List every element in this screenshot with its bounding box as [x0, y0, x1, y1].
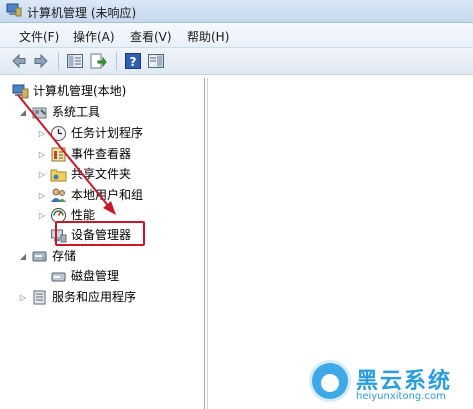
tree-item-storage[interactable]: ◢ 存储	[18, 246, 76, 266]
tree-item-label: 共享文件夹	[71, 166, 132, 181]
menu-bar: 文件(F) 操作(A) 查看(V) 帮助(H)	[0, 23, 473, 48]
window-title: 计算机管理 (未响应)	[27, 6, 137, 20]
tree-item-local-users-groups[interactable]: ▷ 本地用户和组	[37, 185, 143, 205]
export-list-icon[interactable]	[89, 52, 107, 70]
watermark-url: heiyunxitong.com	[356, 391, 446, 402]
details-pane	[207, 78, 473, 409]
disk-management-icon	[51, 272, 66, 281]
tree-item-computer-management[interactable]: 计算机管理(本地)	[12, 81, 126, 101]
tree-item-label: 任务计划程序	[71, 125, 144, 140]
tree-item-label: 磁盘管理	[71, 268, 120, 283]
expand-arrow-icon[interactable]: ▷	[37, 129, 47, 138]
properties-icon[interactable]	[147, 52, 165, 70]
tree-item-label: 事件查看器	[71, 146, 132, 161]
expand-arrow-icon[interactable]: ▷	[37, 211, 47, 220]
clock-icon	[51, 125, 66, 141]
help-icon[interactable]: ?	[124, 52, 142, 70]
tree-item-task-scheduler[interactable]: ▷ 任务计划程序	[37, 123, 143, 143]
shared-folder-icon	[50, 169, 67, 181]
system-tools-icon	[32, 107, 47, 118]
tree-item-shared-folders[interactable]: ▷ 共享文件夹	[37, 164, 131, 184]
toolbar-separator	[58, 52, 59, 70]
expand-arrow-icon[interactable]: ▷	[37, 150, 47, 159]
collapse-arrow-icon[interactable]: ◢	[18, 108, 28, 117]
toolbar-separator	[116, 52, 117, 70]
tree-item-event-viewer[interactable]: ▷ 事件查看器	[37, 144, 131, 164]
watermark-logo: 黑云系统 heiyunxitong.com	[312, 361, 472, 407]
tree-item-label: 本地用户和组	[71, 187, 144, 202]
computer-management-icon	[6, 3, 22, 17]
toolbar: ?	[0, 48, 473, 75]
users-icon	[51, 188, 66, 202]
expand-arrow-icon[interactable]: ▷	[18, 293, 28, 302]
collapse-arrow-icon[interactable]: ◢	[18, 252, 28, 261]
menu-help[interactable]: 帮助(H)	[187, 28, 229, 45]
title-bar: 计算机管理 (未响应)	[0, 0, 473, 23]
menu-view[interactable]: 查看(V)	[130, 28, 172, 45]
storage-icon	[32, 251, 47, 261]
tree-item-services-applications[interactable]: ▷ 服务和应用程序	[18, 287, 136, 307]
tree-item-disk-management[interactable]: 磁盘管理	[50, 266, 119, 286]
tree-item-label: 服务和应用程序	[52, 289, 137, 304]
cloud-logo-icon	[312, 363, 348, 399]
tree-item-label: 系统工具	[52, 104, 101, 119]
computer-management-icon	[12, 84, 29, 98]
expand-arrow-icon[interactable]: ▷	[37, 170, 47, 179]
services-icon	[33, 290, 46, 304]
forward-icon[interactable]	[32, 52, 50, 70]
back-icon[interactable]	[10, 52, 28, 70]
show-hide-tree-icon[interactable]	[66, 52, 84, 70]
tree-item-label: 计算机管理(本地)	[33, 83, 127, 98]
expand-arrow-icon[interactable]: ▷	[37, 191, 47, 200]
tree-item-label: 存储	[52, 248, 77, 263]
event-viewer-icon	[51, 147, 66, 161]
svg-text:?: ?	[130, 55, 137, 69]
tree-item-system-tools[interactable]: ◢ 系统工具	[18, 102, 100, 122]
menu-action[interactable]: 操作(A)	[73, 28, 115, 45]
device-manager-highlight-box	[55, 221, 145, 246]
menu-file[interactable]: 文件(F)	[19, 28, 59, 45]
